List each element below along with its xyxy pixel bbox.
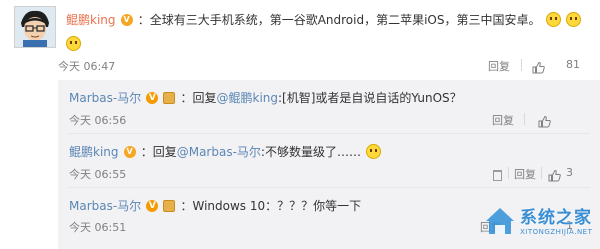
trash-icon	[493, 170, 502, 181]
like-count: 81	[566, 58, 580, 71]
avatar[interactable]	[14, 6, 56, 48]
avatar-face-icon	[15, 7, 55, 47]
reply-username[interactable]: 鲲鹏king	[69, 145, 119, 159]
comment-emoji-row	[66, 33, 81, 52]
reply-button[interactable]: 回复	[488, 58, 510, 74]
watermark: 系统之家 XITONGZHIJIA.NET	[482, 199, 592, 245]
like-button[interactable]	[548, 165, 561, 184]
level-badge-icon: V	[120, 13, 133, 26]
separator	[69, 133, 590, 134]
comment-text: ：全球有三大手机系统，第一谷歌Android，第二苹果iOS，第三中国安卓。	[137, 13, 541, 27]
watermark-url: XITONGZHIJIA.NET	[520, 228, 593, 236]
like-button[interactable]	[532, 57, 545, 76]
reply-time: 今天 06:55	[69, 168, 127, 181]
separator	[69, 187, 590, 188]
reply-time: 今天 06:56	[69, 114, 127, 127]
verified-icon: V	[146, 91, 159, 104]
level-badge-icon: V	[123, 145, 136, 158]
divider	[521, 59, 522, 71]
reply-item: Marbas-马尔 V ：回复@鲲鹏king:[机智]或者是自说自话的YunOS…	[69, 89, 462, 106]
comment-time: 今天 06:47	[58, 60, 116, 73]
reply-button[interactable]: 回复	[492, 112, 514, 128]
medal-icon	[163, 199, 176, 212]
main-comment: 鲲鹏king V ：全球有三大手机系统，第一谷歌Android，第二苹果iOS，…	[66, 11, 581, 28]
reply-username[interactable]: Marbas-马尔	[69, 91, 141, 105]
reply-time: 今天 06:51	[69, 221, 127, 234]
comment-username[interactable]: 鲲鹏king	[66, 13, 116, 27]
reply-prefix: ：回复	[140, 145, 177, 159]
laugh-emoji-icon	[545, 12, 561, 27]
laugh-emoji-icon	[66, 36, 81, 51]
glasses-emoji-icon	[366, 144, 382, 159]
watermark-brand: 系统之家	[520, 208, 592, 228]
thumbs-up-icon	[548, 169, 561, 182]
laugh-emoji-icon	[565, 12, 581, 27]
reply-text: :[机智]或者是自说自话的YunOS？	[278, 91, 462, 105]
mention-link[interactable]: @鲲鹏king	[217, 91, 279, 105]
house-logo-icon	[486, 208, 514, 234]
reply-text: :不够数量级了……	[260, 145, 361, 159]
reply-item: Marbas-马尔 V ：Windows 10：？？？你等一下	[69, 197, 361, 214]
reply-button[interactable]: 回复	[514, 166, 536, 182]
like-count: 3	[566, 166, 573, 179]
divider	[524, 113, 525, 125]
divider	[541, 167, 542, 179]
reply-item: 鲲鹏king V ：回复@Marbas-马尔:不够数量级了……	[69, 143, 382, 160]
verified-icon: V	[146, 199, 159, 212]
thumbs-up-icon	[532, 61, 545, 74]
reply-text: ：Windows 10：？？？你等一下	[180, 199, 362, 213]
divider	[508, 167, 509, 179]
delete-button[interactable]	[493, 165, 502, 184]
reply-prefix: ：回复	[180, 91, 217, 105]
thumbs-up-icon	[538, 115, 551, 128]
mention-link[interactable]: @Marbas-马尔	[177, 145, 261, 159]
reply-username[interactable]: Marbas-马尔	[69, 199, 141, 213]
medal-icon	[163, 91, 176, 104]
like-button[interactable]	[538, 111, 551, 130]
